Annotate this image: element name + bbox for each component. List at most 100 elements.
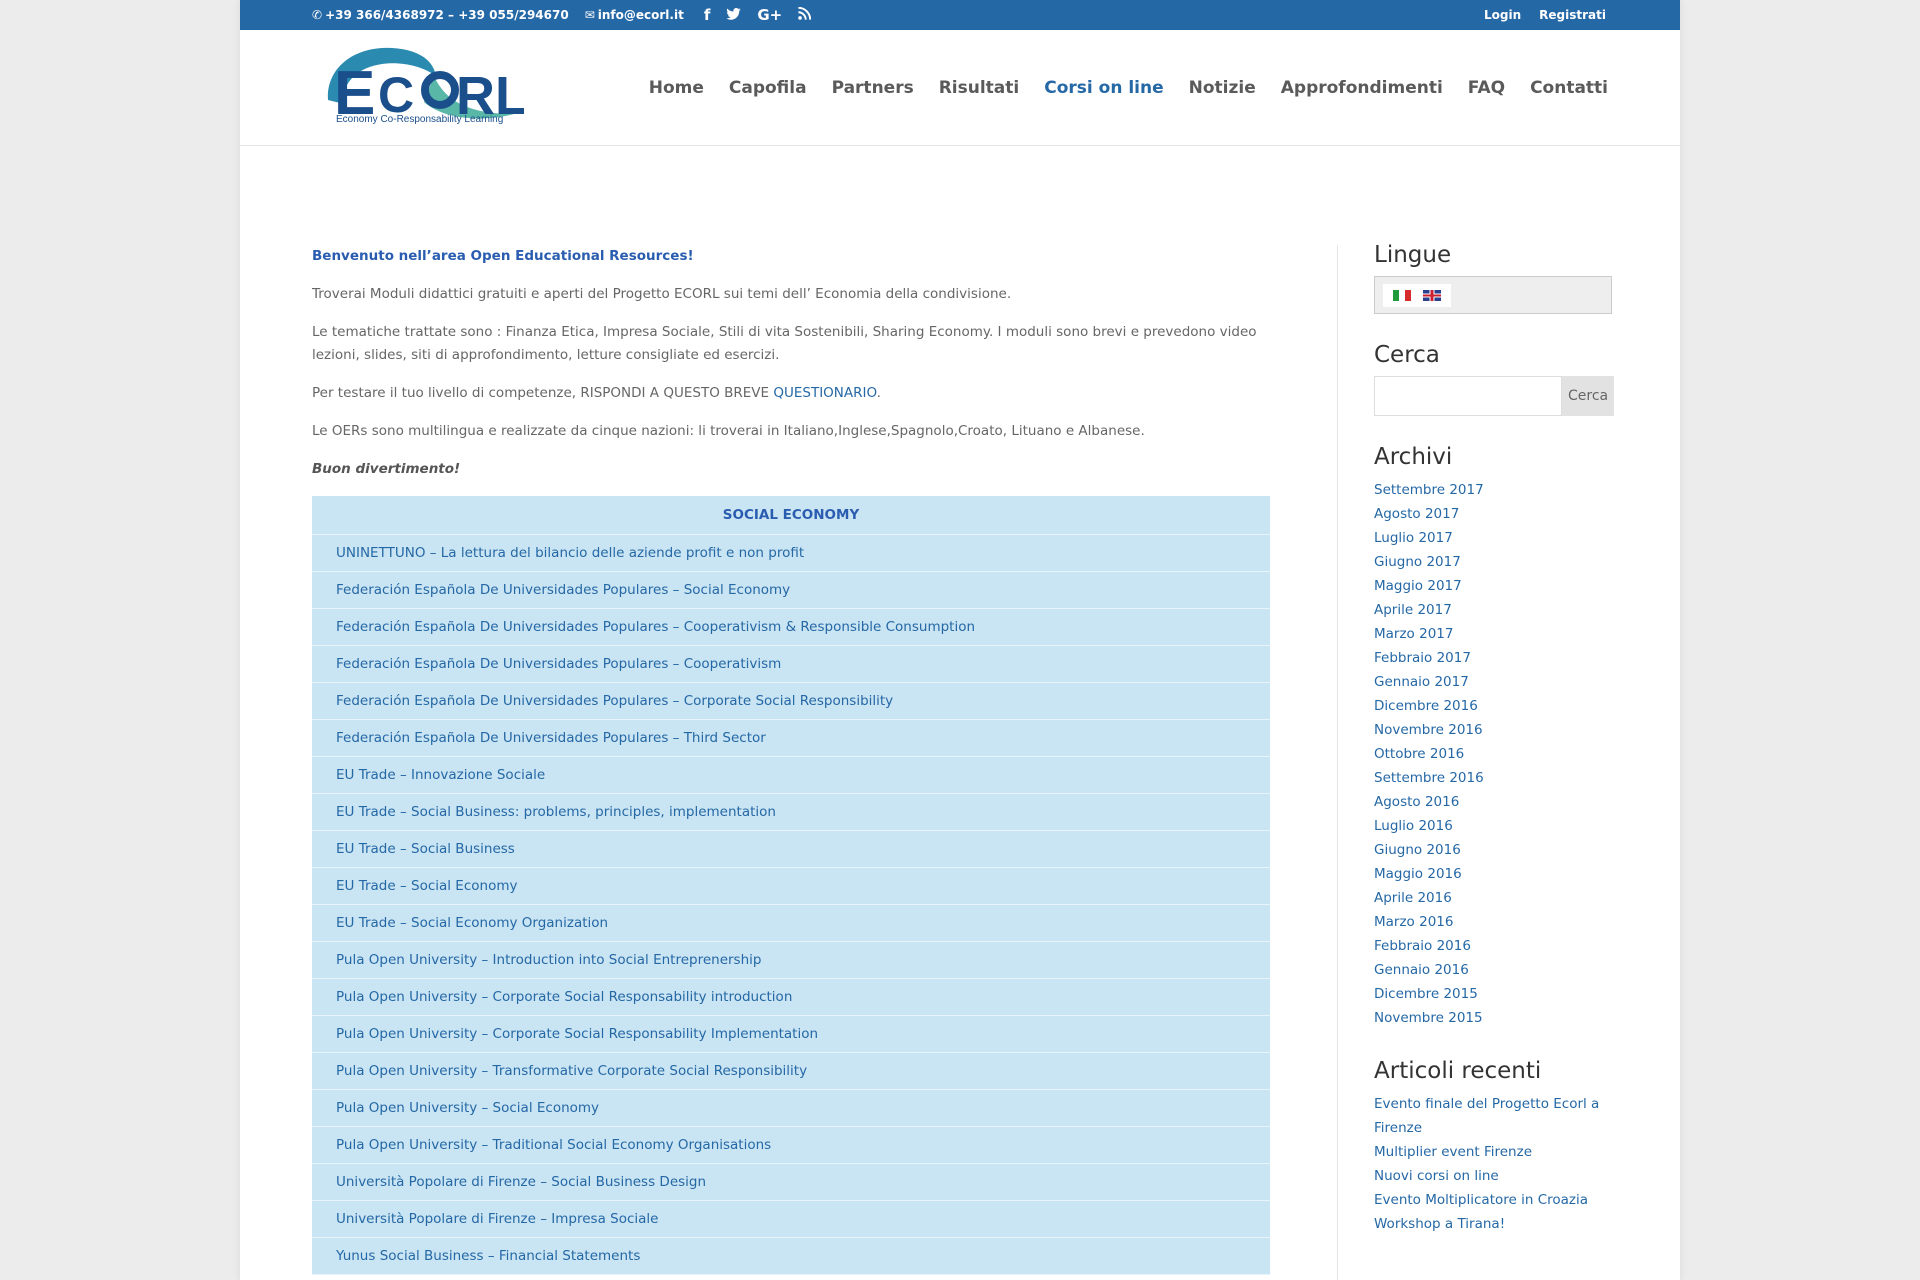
course-link[interactable]: Federación Española De Universidades Pop… xyxy=(312,645,1270,683)
archive-link[interactable]: Agosto 2017 xyxy=(1374,502,1614,526)
course-link[interactable]: Federación Española De Universidades Pop… xyxy=(312,608,1270,646)
course-link[interactable]: EU Trade – Social Business: problems, pr… xyxy=(312,793,1270,831)
archive-link[interactable]: Marzo 2016 xyxy=(1374,910,1614,934)
social-economy-table: SOCIAL ECONOMY UNINETTUNO – La lettura d… xyxy=(312,496,1270,1275)
table-row: Pula Open University – Corporate Social … xyxy=(312,1015,1270,1053)
twitter-icon[interactable] xyxy=(726,6,742,24)
nav-risultati[interactable]: Risultati xyxy=(939,78,1020,98)
table-row: Federación Española De Universidades Pop… xyxy=(312,571,1270,609)
archive-link[interactable]: Settembre 2016 xyxy=(1374,766,1614,790)
archive-widget: Archivi Settembre 2017 Agosto 2017 Luglio … xyxy=(1374,444,1614,1030)
email-contact[interactable]: ✉ info@ecorl.it xyxy=(585,8,684,22)
table-header: SOCIAL ECONOMY xyxy=(312,496,1270,535)
topics-paragraph: Le tematiche trattate sono : Finanza Eti… xyxy=(312,324,1257,363)
nav-corsi-on-line[interactable]: Corsi on line xyxy=(1044,78,1163,98)
archive-link[interactable]: Novembre 2016 xyxy=(1374,718,1614,742)
phone-contact[interactable]: ✆ +39 366/4368972 – +39 055/294670 xyxy=(312,8,569,22)
course-link[interactable]: Università Popolare di Firenze – Impresa… xyxy=(312,1200,1270,1238)
course-link[interactable]: Pula Open University – Corporate Social … xyxy=(312,1015,1270,1053)
register-link[interactable]: Registrati xyxy=(1539,8,1606,22)
table-row: EU Trade – Social Business xyxy=(312,830,1270,868)
rss-icon[interactable] xyxy=(798,6,812,24)
archive-link[interactable]: Dicembre 2015 xyxy=(1374,982,1614,1006)
archive-title: Archivi xyxy=(1374,444,1453,470)
english-flag-icon[interactable] xyxy=(1423,289,1441,301)
archive-link[interactable]: Maggio 2016 xyxy=(1374,862,1614,886)
search-input[interactable] xyxy=(1374,376,1562,416)
table-row: UNINETTUNO – La lettura del bilancio del… xyxy=(312,534,1270,572)
table-row: EU Trade – Social Business: problems, pr… xyxy=(312,793,1270,831)
recent-post-link[interactable]: Workshop a Tirana! xyxy=(1374,1212,1614,1236)
course-link[interactable]: Università Popolare di Firenze – Social … xyxy=(312,1163,1270,1201)
nav-faq[interactable]: FAQ xyxy=(1468,78,1505,98)
course-link[interactable]: Pula Open University – Transformative Co… xyxy=(312,1052,1270,1090)
archive-link[interactable]: Aprile 2016 xyxy=(1374,886,1614,910)
recent-post-link[interactable]: Nuovi corsi on line xyxy=(1374,1164,1614,1188)
top-bar: ✆ +39 366/4368972 – +39 055/294670 ✉ inf… xyxy=(240,0,1680,30)
search-button[interactable]: Cerca xyxy=(1562,376,1615,416)
questionnaire-link[interactable]: QUESTIONARIO xyxy=(773,385,876,401)
archive-link[interactable]: Febbraio 2016 xyxy=(1374,934,1614,958)
course-link[interactable]: Federación Española De Universidades Pop… xyxy=(312,571,1270,609)
facebook-icon[interactable]: f xyxy=(704,6,711,24)
questionnaire-text: Per testare il tuo livello di competenze… xyxy=(312,385,774,401)
social-links: f G+ xyxy=(704,6,812,24)
course-link[interactable]: Pula Open University – Introduction into… xyxy=(312,941,1270,979)
closing-line: Buon divertimento! xyxy=(312,461,461,477)
archive-link[interactable]: Giugno 2017 xyxy=(1374,550,1614,574)
welcome-heading: Benvenuto nell’area Open Educational Res… xyxy=(312,248,694,264)
course-link[interactable]: Pula Open University – Traditional Socia… xyxy=(312,1126,1270,1164)
archive-list: Settembre 2017 Agosto 2017 Luglio 2017 Giug… xyxy=(1374,478,1614,1030)
nav-contatti[interactable]: Contatti xyxy=(1530,78,1608,98)
archive-link[interactable]: Giugno 2016 xyxy=(1374,838,1614,862)
table-row: Pula Open University – Transformative Co… xyxy=(312,1052,1270,1090)
table-row: EU Trade – Social Economy xyxy=(312,867,1270,905)
site-header: E C RL Economy Co-Responsability Learnin… xyxy=(240,30,1680,146)
language-selector xyxy=(1374,276,1612,314)
archive-link[interactable]: Gennaio 2017 xyxy=(1374,670,1614,694)
archive-link[interactable]: Marzo 2017 xyxy=(1374,622,1614,646)
archive-link[interactable]: Settembre 2017 xyxy=(1374,478,1614,502)
nav-capofila[interactable]: Capofila xyxy=(729,78,807,98)
course-link[interactable]: Pula Open University – Corporate Social … xyxy=(312,978,1270,1016)
search-widget: Cerca Cerca xyxy=(1374,342,1615,416)
archive-link[interactable]: Febbraio 2017 xyxy=(1374,646,1614,670)
table-row: EU Trade – Social Economy Organization xyxy=(312,904,1270,942)
nav-partners[interactable]: Partners xyxy=(832,78,914,98)
archive-link[interactable]: Ottobre 2016 xyxy=(1374,742,1614,766)
italian-flag-icon[interactable] xyxy=(1393,289,1411,301)
login-link[interactable]: Login xyxy=(1484,8,1521,22)
email-text: info@ecorl.it xyxy=(597,8,684,22)
course-link[interactable]: EU Trade – Social Economy Organization xyxy=(312,904,1270,942)
archive-link[interactable]: Luglio 2016 xyxy=(1374,814,1614,838)
recent-post-link[interactable]: Evento Moltiplicatore in Croazia xyxy=(1374,1188,1614,1212)
nav-approfondimenti[interactable]: Approfondimenti xyxy=(1281,78,1443,98)
course-link[interactable]: Yunus Social Business – Financial Statem… xyxy=(312,1237,1270,1275)
course-link[interactable]: Pula Open University – Social Economy xyxy=(312,1089,1270,1127)
table-row: Federación Española De Universidades Pop… xyxy=(312,645,1270,683)
table-row: EU Trade – Innovazione Sociale xyxy=(312,756,1270,794)
archive-link[interactable]: Gennaio 2016 xyxy=(1374,958,1614,982)
course-link[interactable]: UNINETTUNO – La lettura del bilancio del… xyxy=(312,534,1270,572)
course-link[interactable]: Federación Española De Universidades Pop… xyxy=(312,682,1270,720)
nav-notizie[interactable]: Notizie xyxy=(1189,78,1256,98)
table-row: Federación Española De Universidades Pop… xyxy=(312,719,1270,757)
table-row: Università Popolare di Firenze – Social … xyxy=(312,1163,1270,1201)
nav-home[interactable]: Home xyxy=(649,78,704,98)
table-row: Pula Open University – Social Economy xyxy=(312,1089,1270,1127)
archive-link[interactable]: Agosto 2016 xyxy=(1374,790,1614,814)
course-link[interactable]: EU Trade – Innovazione Sociale xyxy=(312,756,1270,794)
recent-post-link[interactable]: Evento finale del Progetto Ecorl a Firen… xyxy=(1374,1092,1614,1140)
archive-link[interactable]: Maggio 2017 xyxy=(1374,574,1614,598)
ecorl-logo[interactable]: E C RL Economy Co-Responsability Learnin… xyxy=(314,40,528,128)
course-link[interactable]: Federación Española De Universidades Pop… xyxy=(312,719,1270,757)
archive-link[interactable]: Aprile 2017 xyxy=(1374,598,1614,622)
course-link[interactable]: EU Trade – Social Economy xyxy=(312,867,1270,905)
archive-link[interactable]: Luglio 2017 xyxy=(1374,526,1614,550)
recent-post-link[interactable]: Multiplier event Firenze xyxy=(1374,1140,1614,1164)
archive-link[interactable]: Novembre 2015 xyxy=(1374,1006,1614,1030)
course-link[interactable]: EU Trade – Social Business xyxy=(312,830,1270,868)
archive-link[interactable]: Dicembre 2016 xyxy=(1374,694,1614,718)
sidebar-divider xyxy=(1337,245,1338,1280)
google-plus-icon[interactable]: G+ xyxy=(757,6,782,24)
